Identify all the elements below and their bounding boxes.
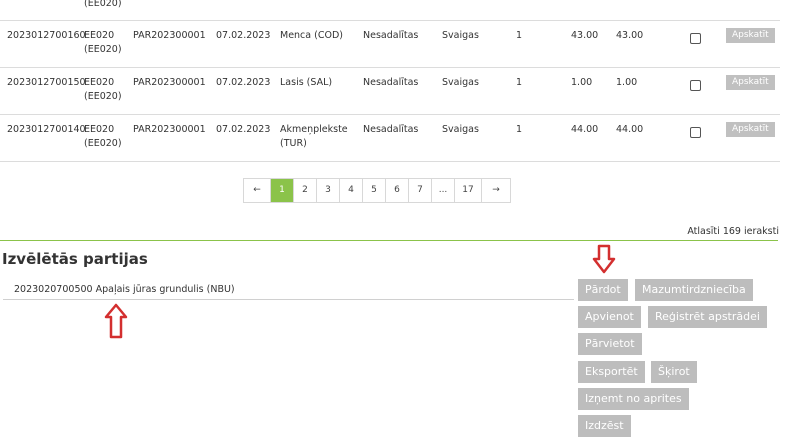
view-button[interactable]: Apskatīt [726, 122, 775, 137]
pagination-page-7[interactable]: 7 [409, 179, 432, 202]
pagination-page-17[interactable]: 17 [455, 179, 482, 202]
pagination-next-button[interactable]: → [482, 179, 510, 202]
cell-party: PAR202300001 [133, 30, 206, 41]
cell-state: Svaigas [442, 124, 479, 135]
cell-value-2: 1.00 [616, 77, 638, 88]
cell-status: Nesadalītas [363, 77, 419, 88]
cell-status: Nesadalītas [363, 30, 419, 41]
arrow-down-icon [592, 244, 616, 274]
pagination-ellipsis: ... [432, 179, 455, 202]
cell-code-secondary: (EE020) [84, 91, 122, 102]
cell-status: Nesadalītas [363, 124, 419, 135]
cell-date: 07.02.2023 [216, 124, 271, 135]
cell-code-secondary: (EE020) [84, 44, 122, 55]
cell-qty: 1 [516, 30, 523, 41]
table-row: 2023012700160 EE020 (EE020) PAR202300001… [0, 21, 780, 68]
view-button[interactable]: Apskatīt [726, 28, 775, 43]
arrow-up-icon [104, 303, 128, 339]
cell-id: 2023012700140 [7, 124, 86, 135]
delete-button[interactable]: Izdzēst [578, 415, 631, 437]
cell-code-secondary: (EE020) [84, 0, 122, 9]
record-count: Atlasīti 169 ieraksti [687, 226, 779, 237]
selected-list-divider [3, 299, 574, 300]
cell-product-secondary: (TUR) [280, 138, 307, 149]
cell-party: PAR202300001 [133, 77, 206, 88]
row-select-checkbox[interactable] [690, 33, 701, 44]
cell-id: 2023012700150 [7, 77, 86, 88]
cell-code: EE020 [84, 77, 115, 88]
cell-product: Lasis (SAL) [280, 77, 333, 88]
pagination: ← 1 2 3 4 5 6 7 ... 17 → [243, 178, 511, 203]
table-row: 2023012700150 EE020 (EE020) PAR202300001… [0, 68, 780, 115]
pagination-prev-button[interactable]: ← [244, 179, 271, 202]
section-divider [0, 240, 778, 241]
cell-value-1: 44.00 [571, 124, 599, 135]
cell-value-2: 43.00 [616, 30, 644, 41]
row-select-checkbox[interactable] [690, 127, 701, 138]
cell-value-1: 43.00 [571, 30, 599, 41]
remove-from-circulation-button[interactable]: Izņemt no aprites [578, 388, 689, 410]
register-processing-button[interactable]: Reģistrēt apstrādei [648, 306, 767, 328]
cell-state: Svaigas [442, 77, 479, 88]
cell-date: 07.02.2023 [216, 77, 271, 88]
pagination-page-4[interactable]: 4 [340, 179, 363, 202]
cell-code-secondary: (EE020) [84, 138, 122, 149]
sell-button[interactable]: Pārdot [578, 279, 628, 301]
split-button[interactable]: Šķirot [651, 361, 697, 383]
pagination-page-1[interactable]: 1 [271, 179, 294, 202]
view-button[interactable]: Apskatīt [726, 75, 775, 90]
cell-party: PAR202300001 [133, 124, 206, 135]
cell-state: Svaigas [442, 30, 479, 41]
cell-date: 07.02.2023 [216, 30, 271, 41]
cell-id: 2023012700160 [7, 30, 86, 41]
cell-code: EE020 [84, 30, 115, 41]
export-button[interactable]: Eksportēt [578, 361, 645, 383]
cell-qty: 1 [516, 77, 523, 88]
section-title: Izvēlētās partijas [2, 250, 148, 268]
cell-value-2: 44.00 [616, 124, 644, 135]
selected-party-item: 2023020700500 Apaļais jūras grundulis (N… [14, 284, 235, 295]
cell-product: Menca (COD) [280, 30, 343, 41]
row-select-checkbox[interactable] [690, 80, 701, 91]
cell-value-1: 1.00 [571, 77, 593, 88]
table-row: (EE020) [0, 0, 780, 21]
pagination-page-2[interactable]: 2 [294, 179, 317, 202]
pagination-page-6[interactable]: 6 [386, 179, 409, 202]
pagination-page-5[interactable]: 5 [363, 179, 386, 202]
cell-code: EE020 [84, 124, 115, 135]
pagination-page-3[interactable]: 3 [317, 179, 340, 202]
cell-qty: 1 [516, 124, 523, 135]
move-button[interactable]: Pārvietot [578, 333, 642, 355]
cell-product: Akmeņplekste [280, 124, 348, 135]
merge-button[interactable]: Apvienot [578, 306, 641, 328]
table-row: 2023012700140 EE020 (EE020) PAR202300001… [0, 115, 780, 162]
retail-button[interactable]: Mazumtirdzniecība [635, 279, 753, 301]
